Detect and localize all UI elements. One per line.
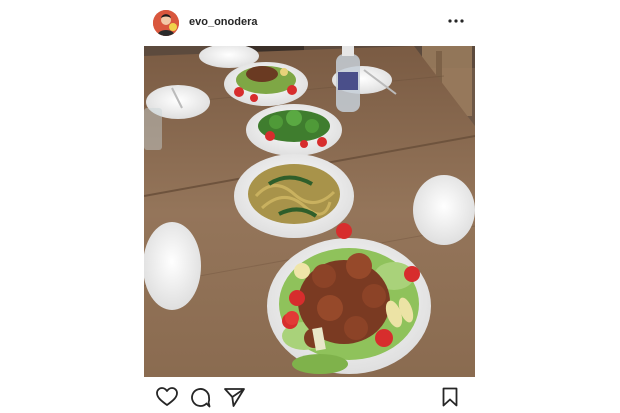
post-header: evo_onodera xyxy=(144,8,475,38)
instagram-post: evo_onodera xyxy=(144,0,475,413)
share-button[interactable] xyxy=(224,387,245,412)
avatar-image xyxy=(153,10,179,36)
comment-icon xyxy=(191,388,211,408)
more-options-icon xyxy=(448,19,464,23)
comment-button[interactable] xyxy=(190,387,211,413)
save-button[interactable] xyxy=(442,387,458,412)
like-button[interactable] xyxy=(156,387,178,412)
post-photo[interactable] xyxy=(144,46,475,377)
avatar[interactable] xyxy=(153,10,179,36)
dinner-table-photo xyxy=(144,46,475,377)
more-options-button[interactable] xyxy=(447,14,465,28)
send-icon xyxy=(224,388,245,407)
heart-icon xyxy=(156,387,178,406)
username[interactable]: evo_onodera xyxy=(189,16,257,28)
post-actions xyxy=(144,385,475,409)
bookmark-icon xyxy=(442,387,458,407)
